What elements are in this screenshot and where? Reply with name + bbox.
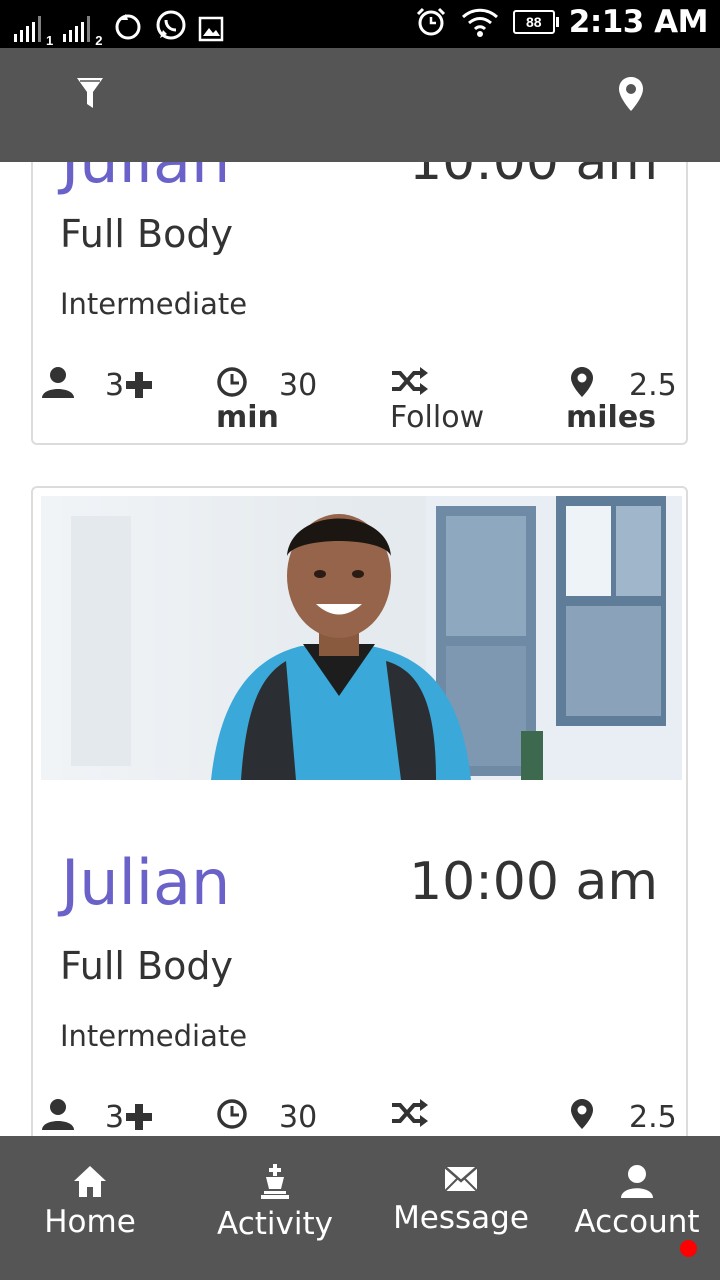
workout-type: Full Body: [60, 944, 233, 988]
workout-card[interactable]: Julian 10:00 am Full Body Intermediate 3…: [31, 162, 688, 445]
alarm-icon: [416, 7, 445, 36]
person-icon: [42, 1099, 74, 1130]
sim2-label: 2: [95, 33, 103, 48]
distance-unit: miles: [566, 400, 657, 435]
location-pin-icon[interactable]: [618, 76, 644, 112]
trainer-photo: [41, 496, 682, 780]
tab-activity-label: Activity: [217, 1206, 333, 1242]
person-icon: [42, 367, 74, 398]
status-bar: 1 2 88 2:13 AM: [0, 0, 720, 48]
location-pin-icon: [571, 367, 593, 397]
notification-dot: [680, 1240, 697, 1257]
shuffle-icon: [392, 1099, 428, 1127]
workout-level: Intermediate: [60, 287, 248, 321]
duration-value: 30: [279, 1100, 318, 1135]
participants-count: 3: [105, 368, 125, 403]
tab-activity[interactable]: Activity: [205, 1164, 345, 1242]
uc-browser-icon: [115, 14, 141, 40]
duration-value: 30: [279, 368, 318, 403]
tab-account[interactable]: Account: [566, 1164, 708, 1240]
status-time: 2:13 AM: [568, 4, 709, 40]
sim1-label: 1: [46, 33, 54, 48]
account-icon: [621, 1165, 653, 1198]
signal-sim1-icon: 1: [14, 16, 53, 48]
distance-value: 2.5: [629, 1100, 677, 1135]
participants-count: 3: [105, 1100, 125, 1135]
duration-unit: min: [216, 400, 279, 435]
filter-icon[interactable]: [76, 76, 104, 112]
location-pin-icon: [571, 1099, 593, 1129]
wifi-icon: [461, 8, 498, 37]
session-time: 10:00 am: [409, 162, 658, 192]
gallery-icon: [199, 16, 224, 42]
plus-icon: [126, 1104, 152, 1130]
tab-message-label: Message: [393, 1200, 529, 1236]
tab-account-label: Account: [574, 1204, 700, 1240]
battery-indicator: 88: [512, 10, 559, 34]
workout-level: Intermediate: [60, 1019, 248, 1053]
whatsapp-icon: [156, 10, 186, 40]
bottom-navigation: Home Activity Message Account: [0, 1136, 720, 1280]
app-bar: [0, 48, 720, 162]
trainer-photo-image: [41, 496, 682, 780]
plus-icon: [126, 372, 152, 398]
tab-home[interactable]: Home: [40, 1164, 140, 1240]
signal-sim2-icon: 2: [63, 16, 102, 48]
trainer-name: Julian: [61, 162, 230, 197]
tab-home-label: Home: [44, 1204, 136, 1240]
clock-icon: [217, 367, 247, 397]
clock-icon: [217, 1099, 247, 1129]
trainer-name: Julian: [61, 846, 231, 919]
shuffle-icon: [392, 367, 428, 395]
tab-message[interactable]: Message: [388, 1164, 534, 1236]
workout-card[interactable]: Julian 10:00 am Full Body Intermediate 3…: [31, 486, 688, 1136]
chess-king-icon: [261, 1164, 289, 1199]
activity-type-label: Follow: [390, 400, 485, 435]
envelope-icon: [444, 1166, 478, 1192]
session-time: 10:00 am: [409, 852, 658, 912]
workout-list[interactable]: Julian 10:00 am Full Body Intermediate 3…: [0, 162, 720, 1136]
home-icon: [74, 1166, 106, 1197]
workout-type: Full Body: [60, 212, 233, 256]
distance-value: 2.5: [629, 368, 677, 403]
